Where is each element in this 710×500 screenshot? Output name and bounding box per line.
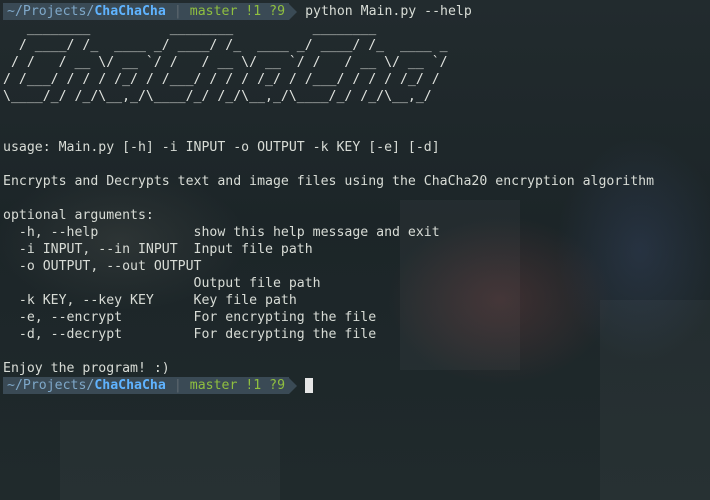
option-line: -d, --decrypt For decrypting the file bbox=[3, 327, 377, 342]
banner-line: \____/_/ /_/\__,_/\____/_/ /_/\__,_/\___… bbox=[3, 89, 432, 104]
prompt-line-active: ~/Projects/ChaChaCha | master !1 ?9 bbox=[3, 377, 710, 394]
closing-text: Enjoy the program! :) bbox=[3, 361, 170, 376]
prompt-git-status: master !1 ?9 bbox=[183, 377, 290, 394]
prompt-arrow bbox=[289, 377, 298, 394]
option-line: -h, --help show this help message and ex… bbox=[3, 225, 440, 240]
text-cursor[interactable] bbox=[305, 378, 314, 393]
terminal-window[interactable]: ~/Projects/ChaChaCha | master !1 ?9 pyth… bbox=[3, 3, 710, 500]
banner-line: / /___/ / / / /_/ / /___/ / / / /_/ / /_… bbox=[3, 72, 440, 87]
prompt-separator: | bbox=[171, 3, 184, 20]
usage-text: usage: Main.py [-h] -i INPUT -o OUTPUT -… bbox=[3, 140, 440, 155]
command-text: python Main.py --help bbox=[305, 4, 472, 19]
prompt-line: ~/Projects/ChaChaCha | master !1 ?9 pyth… bbox=[3, 3, 710, 20]
banner-line: / / / __ \/ __ `/ / / __ \/ __ `/ / / __… bbox=[3, 55, 448, 70]
banner-line: / ____/ /_ ____ _/ ____/ /_ ____ _/ ____… bbox=[3, 38, 448, 53]
prompt-git-status: master !1 ?9 bbox=[183, 3, 290, 20]
prompt-separator: | bbox=[171, 377, 184, 394]
prompt-path: ~/Projects/ChaChaCha bbox=[3, 3, 172, 20]
option-line: -o OUTPUT, --out OUTPUT bbox=[3, 259, 202, 274]
prompt-arrow bbox=[289, 3, 298, 20]
option-line: Output file path bbox=[3, 276, 321, 291]
prompt-path: ~/Projects/ChaChaCha bbox=[3, 377, 172, 394]
banner-line: ________ ________ ________ bbox=[3, 21, 377, 36]
option-line: -e, --encrypt For encrypting the file bbox=[3, 310, 377, 325]
option-line: -i INPUT, --in INPUT Input file path bbox=[3, 242, 313, 257]
optional-arguments-header: optional arguments: bbox=[3, 208, 154, 223]
description-text: Encrypts and Decrypts text and image fil… bbox=[3, 174, 655, 189]
option-line: -k KEY, --key KEY Key file path bbox=[3, 293, 297, 308]
